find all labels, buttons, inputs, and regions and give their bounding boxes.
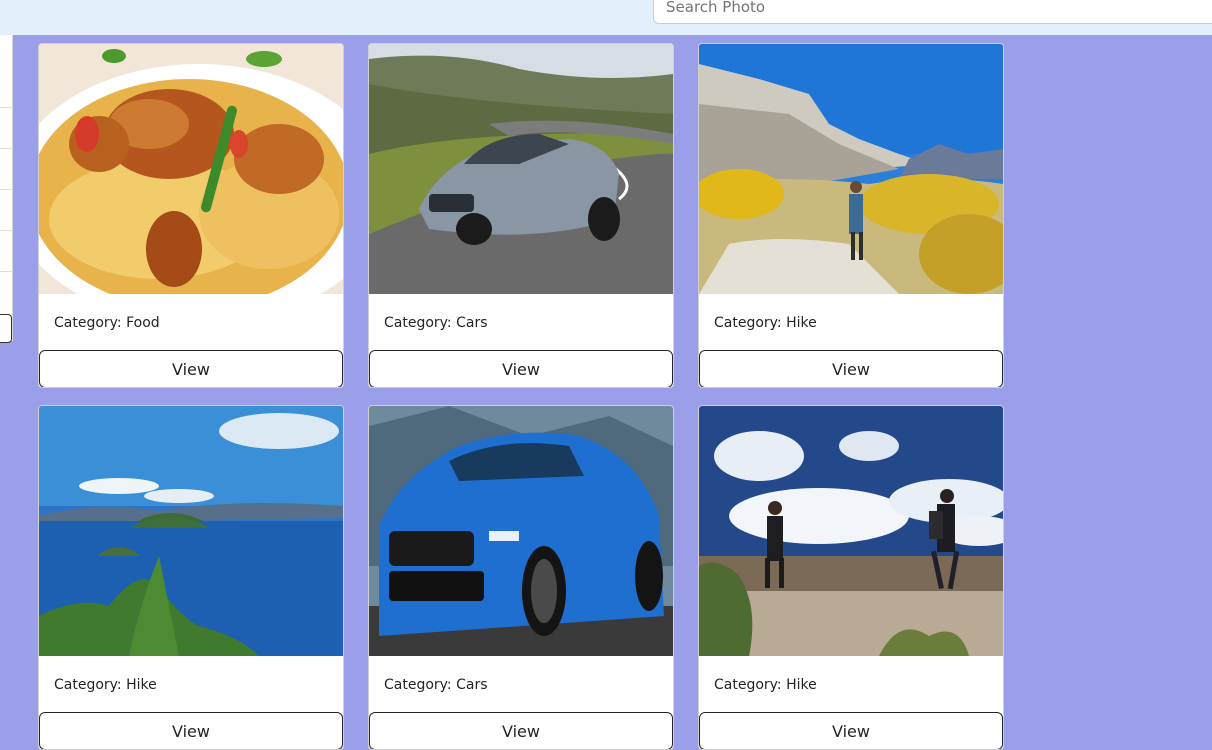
photo-card: Category: Hike View bbox=[698, 405, 1004, 750]
sidebar-item[interactable] bbox=[0, 148, 13, 149]
photo-card: Category: Hike View bbox=[698, 43, 1004, 388]
card-category-label: Category: Cars bbox=[384, 315, 488, 331]
card-category-label: Category: Hike bbox=[714, 677, 817, 693]
mountain-hiker-photo bbox=[699, 44, 1003, 294]
sidebar-item[interactable] bbox=[0, 230, 13, 231]
view-button[interactable]: View bbox=[369, 712, 673, 749]
sidebar-item[interactable] bbox=[0, 271, 13, 272]
card-category-label: Category: Food bbox=[54, 315, 160, 331]
two-hikers-photo bbox=[699, 406, 1003, 656]
view-button[interactable]: View bbox=[39, 712, 343, 749]
view-button[interactable]: View bbox=[39, 350, 343, 387]
view-button[interactable]: View bbox=[699, 712, 1003, 749]
search-photo-input[interactable] bbox=[653, 0, 1212, 24]
view-button[interactable]: View bbox=[369, 350, 673, 387]
photo-card: Category: Cars View bbox=[368, 43, 674, 388]
sidebar-item[interactable] bbox=[0, 107, 13, 108]
top-header-bar bbox=[0, 0, 1212, 35]
sidebar-panel bbox=[0, 35, 13, 341]
sidebar-button[interactable] bbox=[0, 314, 12, 343]
blue-suv-photo bbox=[369, 406, 673, 656]
view-button[interactable]: View bbox=[699, 350, 1003, 387]
chicken-biryani-photo bbox=[39, 44, 343, 294]
photo-card: Category: Cars View bbox=[368, 405, 674, 750]
photo-card: Category: Food View bbox=[38, 43, 344, 388]
card-category-label: Category: Hike bbox=[714, 315, 817, 331]
photo-card: Category: Hike View bbox=[38, 405, 344, 750]
card-category-label: Category: Hike bbox=[54, 677, 157, 693]
sidebar-item[interactable] bbox=[0, 189, 13, 190]
card-category-label: Category: Cars bbox=[384, 677, 488, 693]
grey-sports-car-photo bbox=[369, 44, 673, 294]
sea-islands-photo bbox=[39, 406, 343, 656]
